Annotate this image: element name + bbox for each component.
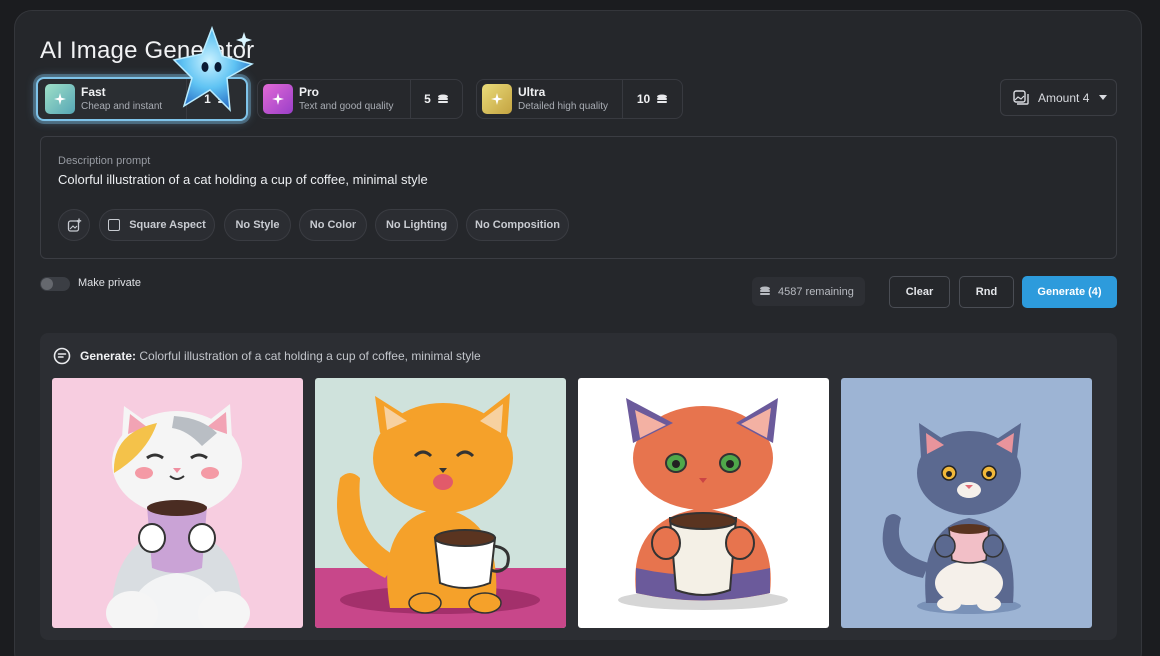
tier-description: Detailed high quality	[518, 101, 609, 112]
tier-description: Cheap and instant	[81, 101, 163, 112]
results-heading: Generate: Colorful illustration of a cat…	[53, 347, 481, 365]
tier-name: Ultra	[518, 85, 546, 99]
generate-button[interactable]: Generate (4)	[1022, 276, 1117, 308]
sparkle-mascot-icon	[172, 25, 254, 113]
random-button[interactable]: Rnd	[959, 276, 1014, 308]
chip-label: No Style	[235, 219, 280, 231]
tier-name: Fast	[81, 85, 106, 99]
results-prompt: Colorful illustration of a cat holding a…	[139, 349, 481, 363]
chip-label: No Lighting	[385, 219, 448, 231]
amount-label: Amount 4	[1038, 90, 1090, 105]
results-panel: Generate: Colorful illustration of a cat…	[40, 333, 1117, 640]
chip-no-style[interactable]: No Style	[224, 209, 291, 241]
add-image-icon	[67, 218, 81, 232]
tier-cost-value: 10	[636, 92, 651, 106]
chip-no-lighting[interactable]: No Lighting	[375, 209, 458, 241]
chip-square-aspect[interactable]: Square Aspect	[99, 209, 215, 241]
result-image-3[interactable]	[578, 378, 829, 628]
tier-cost-value: 5	[424, 92, 431, 106]
square-icon	[108, 219, 121, 231]
private-label: Make private	[78, 277, 141, 289]
credits-remaining-text: 4587 remaining	[778, 285, 854, 298]
chip-no-color[interactable]: No Color	[299, 209, 367, 241]
amount-dropdown[interactable]: Amount 4	[1000, 79, 1117, 116]
chip-no-composition[interactable]: No Composition	[466, 209, 569, 241]
private-toggle[interactable]	[40, 277, 70, 291]
coin-stack-icon	[657, 94, 668, 103]
tier-pro-button[interactable]: Pro Text and good quality 5	[257, 79, 463, 119]
sparkle-icon	[482, 84, 512, 114]
result-image-4[interactable]	[841, 378, 1092, 628]
chevron-down-icon	[1099, 95, 1108, 100]
chip-label: Square Aspect	[129, 219, 206, 231]
coin-stack-icon	[760, 286, 770, 295]
chip-label: No Composition	[475, 219, 560, 231]
images-icon	[1013, 90, 1029, 105]
chip-label: No Color	[309, 219, 357, 231]
sparkle-circle-icon	[53, 347, 71, 365]
tier-ultra-button[interactable]: Ultra Detailed high quality 10	[476, 79, 683, 119]
coin-stack-icon	[437, 94, 448, 103]
sparkle-icon	[45, 84, 75, 114]
credits-remaining-badge: 4587 remaining	[752, 277, 865, 306]
prompt-input[interactable]: Colorful illustration of a cat holding a…	[58, 172, 428, 187]
sparkle-icon	[263, 84, 293, 114]
tier-description: Text and good quality	[299, 101, 394, 112]
toggle-knob	[41, 278, 53, 290]
results-heading-label: Generate:	[80, 349, 137, 363]
clear-button[interactable]: Clear	[889, 276, 950, 308]
add-image-button[interactable]	[58, 209, 90, 241]
prompt-label: Description prompt	[58, 155, 151, 167]
tier-cost: 5	[410, 80, 462, 118]
tier-cost: 10	[622, 80, 682, 118]
prompt-box: Description prompt Colorful illustration…	[40, 136, 1117, 259]
tier-name: Pro	[299, 85, 320, 99]
result-image-1[interactable]	[52, 378, 303, 628]
result-image-2[interactable]	[315, 378, 566, 628]
